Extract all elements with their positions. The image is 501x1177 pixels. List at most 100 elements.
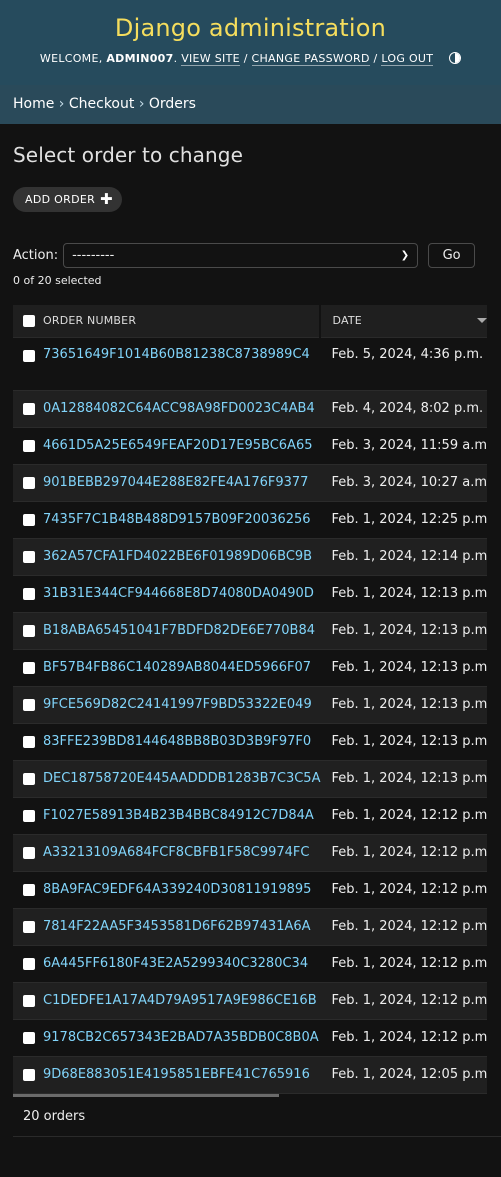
site-name[interactable]: Django administration: [0, 14, 501, 42]
order-date-cell: Feb. 1, 2024, 12:12 p.m.: [320, 1019, 487, 1057]
row-checkbox[interactable]: [23, 513, 35, 526]
row-checkbox[interactable]: [23, 1031, 35, 1044]
row-checkbox[interactable]: [23, 624, 35, 637]
row-checkbox[interactable]: [23, 476, 35, 489]
order-number-link[interactable]: 9178CB2C657343E2BAD7A35BDB0C8B0A: [43, 1030, 319, 1045]
action-label: Action:: [13, 248, 59, 263]
order-date-cell: Feb. 1, 2024, 12:12 p.m.: [320, 871, 487, 909]
row-checkbox[interactable]: [23, 550, 35, 563]
order-number-link[interactable]: 901BEBB297044E288E82FE4A176F9377: [43, 475, 308, 490]
theme-toggle-icon[interactable]: [449, 52, 462, 64]
go-button[interactable]: Go: [428, 243, 476, 268]
column-header-order-number[interactable]: ORDER NUMBER: [35, 305, 322, 338]
results-table: ORDER NUMBER DATE 73651649F1014B60B81238…: [13, 305, 487, 1094]
row-select-cell: [13, 337, 35, 391]
row-checkbox[interactable]: [23, 661, 35, 674]
row-checkbox[interactable]: [23, 698, 35, 711]
username: ADMIN007: [106, 52, 174, 65]
main-content: Select order to change ADD ORDER ✚ Actio…: [0, 143, 501, 1137]
horizontal-scrollbar[interactable]: [13, 1093, 487, 1097]
order-date-cell: Feb. 1, 2024, 12:13 p.m.: [320, 612, 487, 650]
order-number-cell: 6A445FF6180F43E2A5299340C3280C34: [35, 945, 321, 983]
log-out-link[interactable]: LOG OUT: [381, 52, 434, 66]
order-number-link[interactable]: 7435F7C1B48B488D9157B09F20036256: [43, 512, 311, 527]
order-number-link[interactable]: DEC18758720E445AADDDB1283B7C3C5A: [43, 771, 320, 786]
breadcrumb-separator: ›: [138, 96, 145, 112]
select-all-header: [13, 305, 35, 338]
row-select-cell: [13, 1019, 35, 1057]
row-checkbox[interactable]: [23, 1068, 35, 1081]
table-row: 362A57CFA1FD4022BE6F01989D06BC9B Feb. 1, …: [13, 538, 487, 576]
order-number-link[interactable]: 9FCE569D82C24141997F9BD53322E049: [43, 697, 312, 712]
order-number-cell: 4661D5A25E6549FEAF20D17E95BC6A65: [35, 427, 321, 465]
row-select-cell: [13, 501, 35, 539]
order-number-link[interactable]: F1027E58913B4B23B4BBC84912C7D84A: [43, 808, 314, 823]
breadcrumb-home[interactable]: Home: [13, 96, 54, 112]
order-number-link[interactable]: 73651649F1014B60B81238C8738989C4: [43, 347, 310, 362]
order-number-cell: 8BA9FAC9EDF64A339240D30811919895: [35, 871, 321, 909]
row-checkbox[interactable]: [23, 439, 35, 452]
row-select-cell: [13, 834, 35, 872]
row-checkbox[interactable]: [23, 349, 35, 362]
table-row: 9D68E883051E4195851EBFE41C765916 Feb. 1, …: [13, 1056, 487, 1094]
order-number-cell: C1DEDFE1A17A4D79A9517A9E986CE16B: [35, 982, 321, 1020]
order-date-cell: Feb. 1, 2024, 12:13 p.m.: [320, 575, 487, 613]
order-number-cell: B18ABA65451041F7BDFD82DE6E770B84: [35, 612, 321, 650]
row-select-cell: [13, 427, 35, 465]
results-table-container: ORDER NUMBER DATE 73651649F1014B60B81238…: [13, 305, 487, 1097]
row-checkbox[interactable]: [23, 994, 35, 1007]
row-checkbox[interactable]: [23, 587, 35, 600]
scrollbar-thumb[interactable]: [13, 1093, 279, 1097]
order-number-link[interactable]: BF57B4FB86C140289AB8044ED5966F07: [43, 660, 311, 675]
action-counter: 0 of 20 selected: [13, 274, 102, 287]
row-checkbox[interactable]: [23, 772, 35, 785]
order-number-link[interactable]: 31B31E344CF944668E8D74080DA0490D: [43, 586, 314, 601]
table-row: 7435F7C1B48B488D9157B09F20036256 Feb. 1, …: [13, 501, 487, 539]
order-date-cell: Feb. 1, 2024, 12:12 p.m.: [320, 797, 487, 835]
action-select-value: ---------: [72, 248, 115, 263]
row-select-cell: [13, 871, 35, 909]
column-header-date[interactable]: DATE: [320, 305, 487, 338]
row-select-cell: [13, 1056, 35, 1094]
row-select-cell: [13, 464, 35, 502]
row-checkbox[interactable]: [23, 735, 35, 748]
change-password-link[interactable]: CHANGE PASSWORD: [251, 52, 370, 66]
action-select[interactable]: --------- ❯: [63, 243, 419, 268]
order-number-link[interactable]: 362A57CFA1FD4022BE6F01989D06BC9B: [43, 549, 312, 564]
order-number-link[interactable]: B18ABA65451041F7BDFD82DE6E770B84: [43, 623, 315, 638]
row-checkbox[interactable]: [23, 809, 35, 822]
row-checkbox[interactable]: [23, 846, 35, 859]
order-date-cell: Feb. 1, 2024, 12:12 p.m.: [320, 945, 487, 983]
view-site-link[interactable]: VIEW SITE: [181, 52, 240, 66]
sort-descending-icon[interactable]: [477, 318, 487, 323]
row-select-cell: [13, 612, 35, 650]
order-number-cell: 362A57CFA1FD4022BE6F01989D06BC9B: [35, 538, 321, 576]
order-number-link[interactable]: 7814F22AA5F3453581D6F62B97431A6A: [43, 919, 311, 934]
row-checkbox[interactable]: [23, 920, 35, 933]
row-select-cell: [13, 390, 35, 428]
order-number-link[interactable]: 0A12884082C64ACC98A98FD0023C4AB4: [43, 401, 315, 416]
table-row: B18ABA65451041F7BDFD82DE6E770B84 Feb. 1, …: [13, 612, 487, 650]
breadcrumb-checkout[interactable]: Checkout: [69, 96, 135, 112]
order-number-link[interactable]: 9D68E883051E4195851EBFE41C765916: [43, 1067, 310, 1082]
order-date-cell: Feb. 1, 2024, 12:12 p.m.: [320, 982, 487, 1020]
order-number-cell: 83FFE239BD8144648BB8B03D3B9F97F0: [35, 723, 321, 761]
add-order-label: ADD ORDER: [25, 193, 96, 206]
row-checkbox[interactable]: [23, 402, 35, 415]
order-date-cell: Feb. 5, 2024, 4:36 p.m.: [320, 337, 487, 391]
select-all-checkbox[interactable]: [23, 315, 35, 328]
breadcrumb-separator: ›: [58, 96, 65, 112]
actions-bar: Action: --------- ❯ Go: [13, 243, 488, 268]
order-number-link[interactable]: 6A445FF6180F43E2A5299340C3280C34: [43, 956, 308, 971]
order-number-cell: 9178CB2C657343E2BAD7A35BDB0C8B0A: [35, 1019, 321, 1057]
add-order-button[interactable]: ADD ORDER ✚: [13, 187, 122, 212]
order-number-link[interactable]: 8BA9FAC9EDF64A339240D30811919895: [43, 882, 311, 897]
order-number-link[interactable]: A33213109A684FCF8CBFB1F58C9974FC: [43, 845, 309, 860]
row-checkbox[interactable]: [23, 883, 35, 896]
order-date-cell: Feb. 1, 2024, 12:13 p.m.: [320, 649, 487, 687]
order-number-link[interactable]: C1DEDFE1A17A4D79A9517A9E986CE16B: [43, 993, 317, 1008]
order-number-link[interactable]: 4661D5A25E6549FEAF20D17E95BC6A65: [43, 438, 312, 453]
order-number-link[interactable]: 83FFE239BD8144648BB8B03D3B9F97F0: [43, 734, 311, 749]
row-checkbox[interactable]: [23, 957, 35, 970]
welcome-text: WELCOME,: [39, 52, 103, 65]
